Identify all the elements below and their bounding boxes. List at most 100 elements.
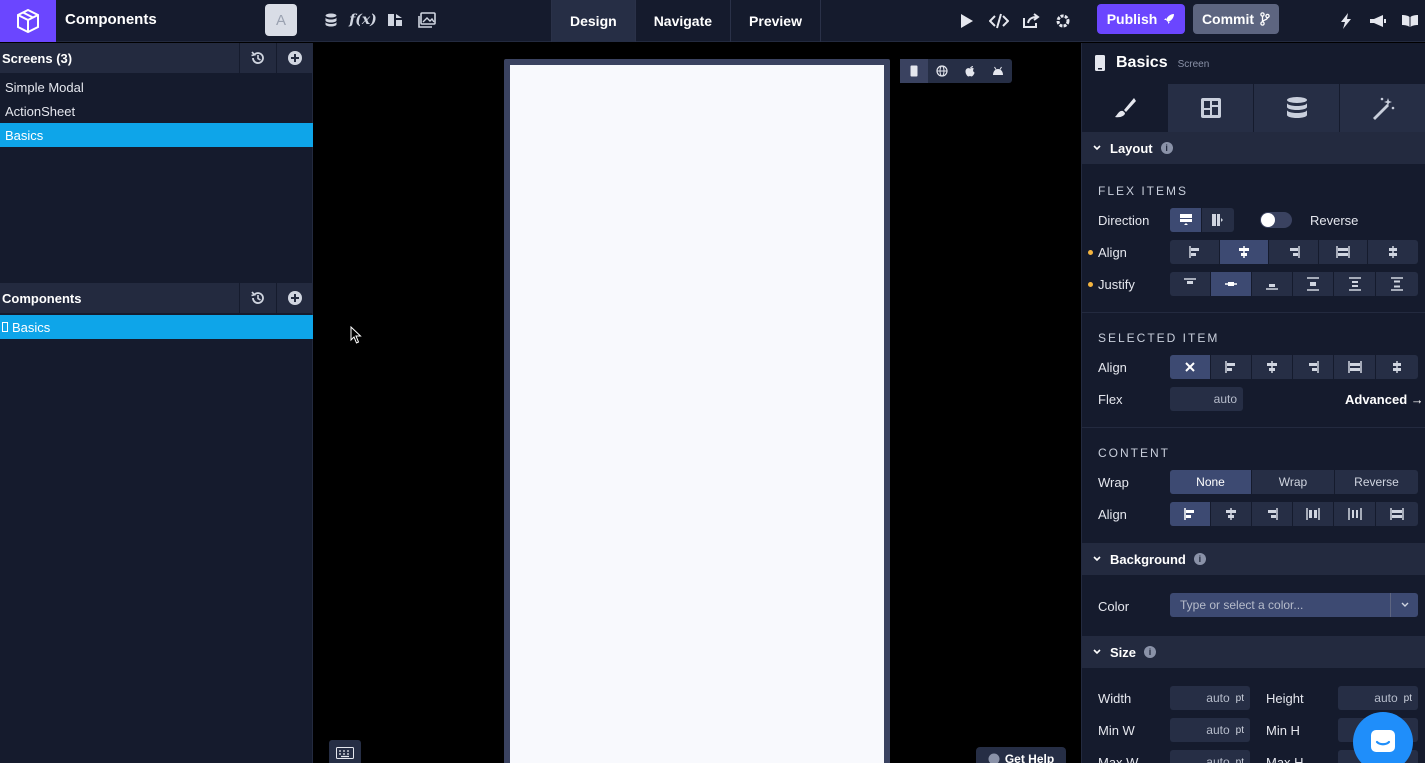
max-h-label: Max H bbox=[1266, 755, 1304, 763]
justify-end-icon[interactable] bbox=[1252, 272, 1293, 296]
web-globe-icon[interactable] bbox=[928, 59, 956, 83]
justify-space-around-icon[interactable] bbox=[1334, 272, 1376, 296]
chat-icon bbox=[1371, 730, 1395, 752]
advanced-link[interactable]: Advanced → bbox=[1345, 392, 1424, 407]
commit-button[interactable]: Commit bbox=[1193, 4, 1279, 34]
screen-item-simple-modal[interactable]: Simple Modal bbox=[0, 75, 313, 99]
publish-button[interactable]: Publish bbox=[1097, 4, 1185, 34]
properties-panel: Basics Screen Layout i FLEX ITEMS Direct… bbox=[1081, 43, 1425, 763]
min-w-input[interactable]: auto pt bbox=[1170, 718, 1250, 742]
height-input[interactable]: auto pt bbox=[1338, 686, 1418, 710]
info-icon[interactable]: i bbox=[1193, 553, 1206, 565]
justify-space-evenly-icon[interactable] bbox=[1376, 272, 1418, 296]
add-screen-button[interactable] bbox=[276, 43, 313, 73]
app-logo[interactable] bbox=[0, 0, 56, 42]
selected-align-label: Align bbox=[1098, 360, 1127, 375]
tab-preview[interactable]: Preview bbox=[731, 0, 821, 42]
wrap-wrap-option[interactable]: Wrap bbox=[1252, 470, 1335, 494]
min-h-label: Min H bbox=[1266, 723, 1300, 738]
share-icon[interactable] bbox=[1019, 9, 1043, 33]
justify-space-between-icon[interactable] bbox=[1293, 272, 1334, 296]
align-center-icon[interactable] bbox=[1220, 240, 1269, 264]
content-align-around-icon[interactable] bbox=[1334, 502, 1376, 526]
actions-wand-icon[interactable] bbox=[1340, 84, 1425, 132]
justify-center-icon[interactable] bbox=[1211, 272, 1252, 296]
content-align-end-icon[interactable] bbox=[1252, 502, 1293, 526]
apple-icon[interactable] bbox=[956, 59, 984, 83]
screen-item-actionsheet[interactable]: ActionSheet bbox=[0, 99, 313, 123]
reverse-toggle[interactable] bbox=[1260, 212, 1292, 228]
design-canvas[interactable]: Get Help bbox=[314, 43, 1081, 763]
self-align-baseline-icon[interactable] bbox=[1376, 355, 1418, 379]
history-icon[interactable] bbox=[239, 283, 276, 313]
function-icon[interactable]: f(x) bbox=[349, 8, 377, 32]
phone-icon[interactable] bbox=[900, 59, 928, 83]
chevron-down-icon bbox=[1093, 556, 1101, 562]
max-w-input[interactable]: auto pt bbox=[1170, 750, 1250, 763]
tab-design[interactable]: Design bbox=[552, 0, 636, 42]
content-align-between-icon[interactable] bbox=[1293, 502, 1334, 526]
avatar[interactable]: A bbox=[265, 4, 297, 36]
data-icon[interactable] bbox=[1254, 84, 1340, 132]
self-align-end-icon[interactable] bbox=[1293, 355, 1334, 379]
wrap-none-option[interactable]: None bbox=[1170, 470, 1252, 494]
content-align-stretch-icon[interactable] bbox=[1376, 502, 1418, 526]
code-icon[interactable] bbox=[987, 9, 1011, 33]
color-label: Color bbox=[1098, 599, 1130, 614]
align-start-icon[interactable] bbox=[1170, 240, 1220, 264]
keyboard-icon bbox=[336, 747, 354, 759]
background-section-header[interactable]: Background i bbox=[1082, 543, 1425, 575]
align-stretch-icon[interactable] bbox=[1319, 240, 1368, 264]
assets-icon[interactable] bbox=[382, 8, 408, 32]
device-screen[interactable] bbox=[510, 65, 884, 763]
direction-segment bbox=[1170, 208, 1234, 232]
layout-section-header[interactable]: Layout i bbox=[1082, 132, 1425, 164]
info-icon[interactable]: i bbox=[1144, 646, 1157, 658]
component-item-basics[interactable]: Basics bbox=[0, 315, 313, 339]
align-baseline-icon[interactable] bbox=[1368, 240, 1418, 264]
database-icon[interactable] bbox=[318, 8, 344, 32]
play-icon[interactable] bbox=[955, 9, 979, 33]
content-align-start-icon[interactable] bbox=[1170, 502, 1211, 526]
reverse-label: Reverse bbox=[1310, 213, 1359, 228]
megaphone-icon[interactable] bbox=[1366, 9, 1390, 33]
flex-input[interactable]: auto bbox=[1170, 387, 1243, 411]
style-brush-icon[interactable] bbox=[1082, 84, 1168, 132]
direction-label: Direction bbox=[1098, 213, 1150, 228]
add-component-button[interactable] bbox=[276, 283, 313, 313]
project-title[interactable]: Components bbox=[65, 11, 157, 28]
max-w-value: auto bbox=[1206, 755, 1230, 763]
image-library-icon[interactable] bbox=[414, 8, 440, 32]
gear-icon[interactable] bbox=[1051, 9, 1075, 33]
direction-row-icon[interactable] bbox=[1202, 208, 1234, 232]
get-help-button[interactable]: Get Help bbox=[976, 747, 1066, 763]
wrap-reverse-option[interactable]: Reverse bbox=[1335, 470, 1418, 494]
info-icon[interactable]: i bbox=[1160, 142, 1173, 154]
align-end-icon[interactable] bbox=[1269, 240, 1319, 264]
lightning-icon[interactable] bbox=[1334, 9, 1358, 33]
close-icon[interactable] bbox=[1170, 355, 1211, 379]
layout-header-label: Layout bbox=[1110, 140, 1153, 156]
chat-support-button[interactable] bbox=[1353, 712, 1413, 763]
self-align-stretch-icon[interactable] bbox=[1334, 355, 1376, 379]
self-align-center-icon[interactable] bbox=[1252, 355, 1293, 379]
min-w-value: auto bbox=[1206, 723, 1230, 737]
justify-start-icon[interactable] bbox=[1170, 272, 1211, 296]
divider bbox=[1082, 427, 1425, 428]
self-align-start-icon[interactable] bbox=[1211, 355, 1252, 379]
direction-column-icon[interactable] bbox=[1170, 208, 1202, 232]
tab-navigate[interactable]: Navigate bbox=[636, 0, 732, 42]
content-align-center-icon[interactable] bbox=[1211, 502, 1252, 526]
history-icon[interactable] bbox=[239, 43, 276, 73]
plus-circle-icon bbox=[288, 291, 302, 305]
keyboard-shortcuts-button[interactable] bbox=[329, 740, 361, 763]
size-section-header[interactable]: Size i bbox=[1082, 636, 1425, 668]
chevron-down-icon bbox=[1093, 145, 1101, 151]
color-select[interactable]: Type or select a color... bbox=[1170, 593, 1418, 617]
chevron-down-icon[interactable] bbox=[1390, 593, 1418, 617]
width-input[interactable]: auto pt bbox=[1170, 686, 1250, 710]
layout-icon[interactable] bbox=[1168, 84, 1254, 132]
screen-item-basics[interactable]: Basics bbox=[0, 123, 313, 147]
android-icon[interactable] bbox=[984, 59, 1012, 83]
book-icon[interactable] bbox=[1398, 9, 1422, 33]
